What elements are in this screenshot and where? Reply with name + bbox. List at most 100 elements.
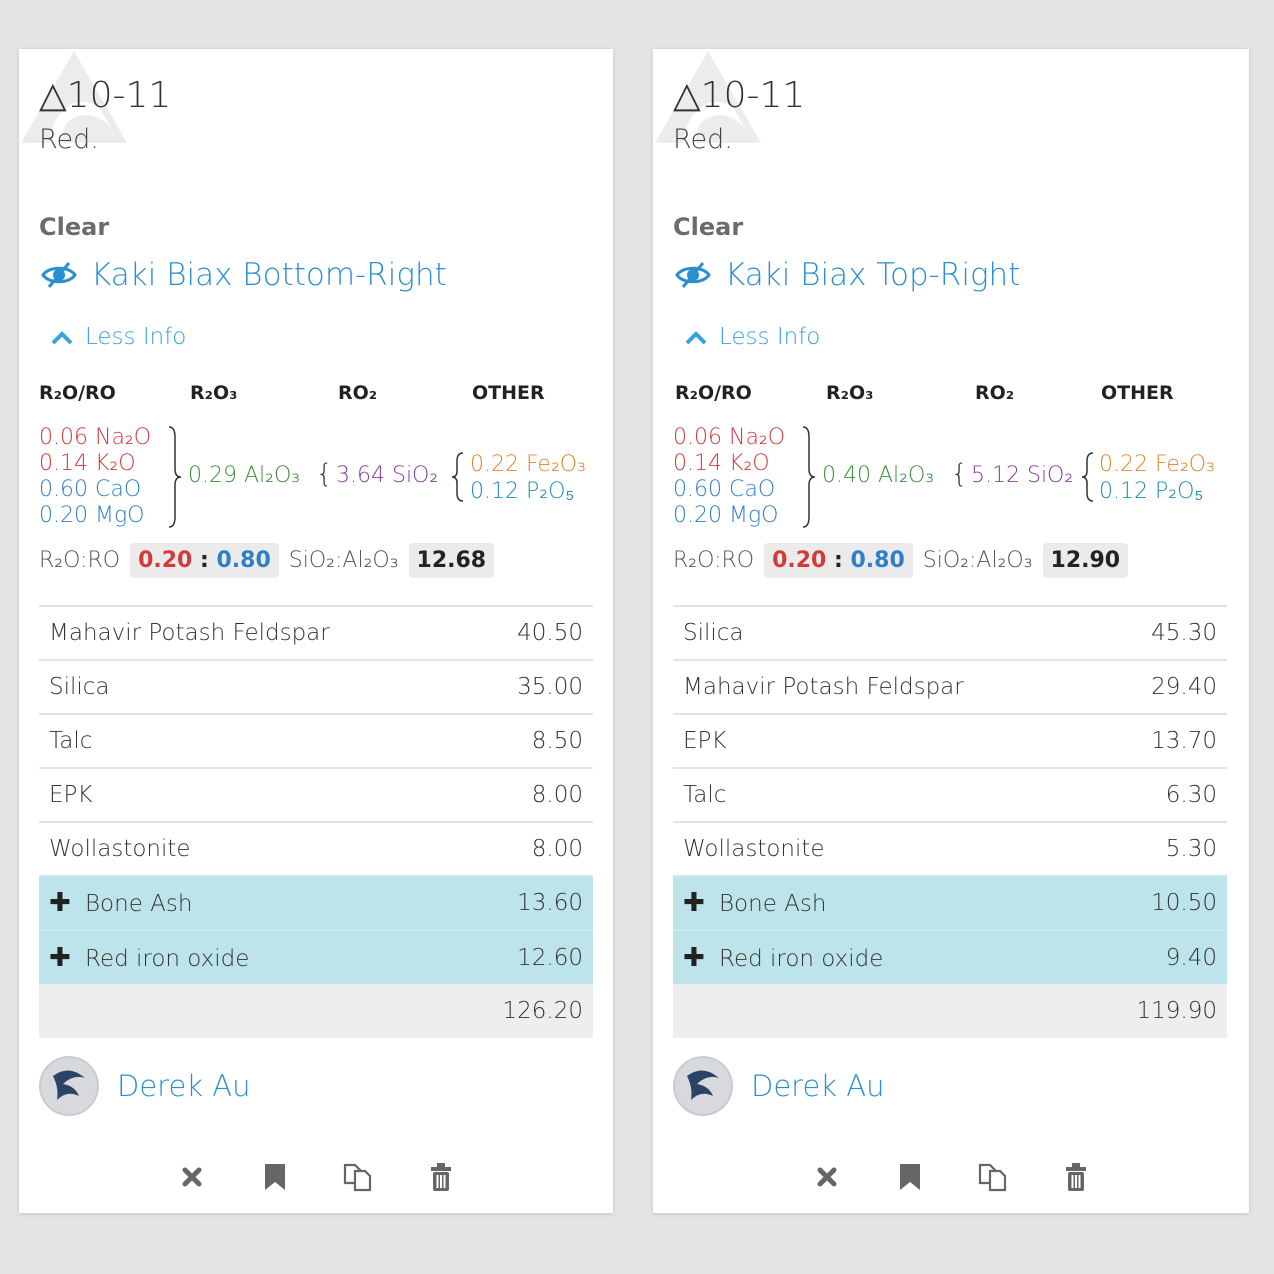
ingredient-amount: 8.00 — [454, 821, 593, 876]
brace-open: { — [951, 459, 968, 489]
flux-cao: 0.60 CaO — [39, 477, 142, 502]
umf-header-other: OTHER — [472, 382, 545, 404]
umf-header-ro2: RO₂ — [338, 382, 378, 404]
addition-name: Red iron oxide — [719, 945, 884, 972]
bookmark-icon[interactable] — [259, 1161, 291, 1193]
flux-brace — [802, 426, 816, 528]
ratio-row: R₂O:RO 0.20 : 0.80 SiO₂:Al₂O₃ 12.90 — [673, 540, 1138, 580]
other-brace — [451, 452, 464, 502]
close-icon[interactable] — [176, 1161, 208, 1193]
table-row[interactable]: EPK 8.00 — [39, 767, 593, 822]
recipe-name-link[interactable]: Kaki Biax Top-Right — [725, 257, 1020, 293]
addition-row[interactable]: ✚ Red iron oxide 12.60 — [39, 929, 593, 984]
less-info-label: Less Info — [85, 324, 187, 350]
bookmark-icon[interactable] — [894, 1161, 926, 1193]
umf-header-other: OTHER — [1101, 382, 1174, 404]
ingredient-amount: 8.50 — [454, 713, 593, 768]
copy-icon[interactable] — [342, 1161, 374, 1193]
umf-al2o3: 0.29 Al₂O₃ — [188, 463, 301, 488]
recipe-name-link[interactable]: Kaki Biax Bottom-Right — [91, 257, 447, 293]
less-info-toggle[interactable]: Less Info — [49, 324, 186, 350]
recipe-title-row[interactable]: Kaki Biax Top-Right — [675, 255, 1020, 295]
total-amount: 119.90 — [1088, 984, 1227, 1038]
umf-header-ro2: RO₂ — [975, 382, 1015, 404]
ingredient-name: Mahavir Potash Feldspar — [673, 659, 1089, 714]
ingredient-table: Silica 45.30 Mahavir Potash Feldspar 29.40… — [673, 605, 1227, 1038]
ingredient-name: Silica — [39, 659, 455, 714]
eye-slash-icon[interactable] — [41, 257, 77, 293]
umf-header-flux: R₂O/RO — [39, 382, 116, 404]
r2o-ro-ratio: 0.20 : 0.80 — [764, 542, 913, 578]
flux-cao: 0.60 CaO — [673, 477, 776, 502]
author-row[interactable]: Derek Au — [673, 1056, 885, 1116]
ingredient-amount: 40.50 — [454, 605, 593, 660]
umf-fe2o3: 0.22 Fe₂O₃ — [470, 452, 586, 477]
table-row[interactable]: Talc 8.50 — [39, 713, 593, 768]
r2o-ro-ratio: 0.20 : 0.80 — [130, 542, 279, 578]
addition-row[interactable]: ✚ Bone Ash 13.60 — [39, 875, 593, 930]
umf-flux-list: 0.06 Na₂O 0.14 K₂O 0.60 CaO 0.20 MgO — [673, 425, 785, 529]
flux-k2o: 0.14 K₂O — [673, 451, 770, 476]
author-name-link[interactable]: Derek Au — [117, 1069, 251, 1103]
eye-slash-icon[interactable] — [675, 257, 711, 293]
sio2-al2o3-value: 12.90 — [1042, 542, 1129, 578]
ingredient-amount: 45.30 — [1088, 605, 1227, 660]
recipe-title-row[interactable]: Kaki Biax Bottom-Right — [41, 255, 447, 295]
table-row[interactable]: Wollastonite 8.00 — [39, 821, 593, 876]
umf-al2o3: 0.40 Al₂O₃ — [822, 463, 935, 488]
copy-icon[interactable] — [977, 1161, 1009, 1193]
close-icon[interactable] — [811, 1161, 843, 1193]
table-row[interactable]: EPK 13.70 — [673, 713, 1227, 768]
ingredient-amount: 35.00 — [454, 659, 593, 714]
sio2-al2o3-value: 12.68 — [408, 542, 495, 578]
cone-range: △10-11 — [673, 75, 806, 116]
flux-mgo: 0.20 MgO — [673, 503, 779, 528]
ingredient-name: EPK — [39, 767, 455, 822]
less-info-toggle[interactable]: Less Info — [683, 324, 820, 350]
total-row: 119.90 — [673, 984, 1227, 1038]
table-row[interactable]: Mahavir Potash Feldspar 40.50 — [39, 605, 593, 660]
addition-row[interactable]: ✚ Bone Ash 10.50 — [673, 875, 1227, 930]
table-row[interactable]: Silica 45.30 — [673, 605, 1227, 660]
ingredient-table: Mahavir Potash Feldspar 40.50 Silica 35.00… — [39, 605, 593, 1038]
brace-open: { — [316, 459, 333, 489]
plus-icon: ✚ — [683, 888, 705, 918]
umf-header-r2o3: R₂O₃ — [826, 382, 874, 404]
umf-p2o5: 0.12 P₂O₅ — [1099, 479, 1204, 504]
ingredient-amount: 8.00 — [454, 767, 593, 822]
plus-icon: ✚ — [683, 942, 705, 973]
flux-brace — [168, 426, 182, 528]
trash-icon[interactable] — [1060, 1161, 1092, 1193]
table-row[interactable]: Mahavir Potash Feldspar 29.40 — [673, 659, 1227, 714]
recipe-card: △10-11 Red. Clear Kaki Biax Top-Right Le… — [653, 49, 1249, 1213]
avatar[interactable] — [39, 1056, 99, 1116]
ingredient-name: Wollastonite — [39, 821, 455, 876]
chevron-up-icon — [685, 331, 707, 345]
ingredient-name: Talc — [39, 713, 455, 768]
sio2-al2o3-label: SiO₂:Al₂O₃ — [288, 547, 399, 573]
addition-row[interactable]: ✚ Red iron oxide 9.40 — [673, 929, 1227, 984]
surface-type: Clear — [39, 213, 110, 241]
flux-mgo: 0.20 MgO — [39, 503, 145, 528]
avatar[interactable] — [673, 1056, 733, 1116]
r2o-ro-label: R₂O:RO — [673, 547, 755, 573]
author-name-link[interactable]: Derek Au — [751, 1069, 885, 1103]
trash-icon[interactable] — [425, 1161, 457, 1193]
table-row[interactable]: Wollastonite 5.30 — [673, 821, 1227, 876]
ingredient-amount: 13.70 — [1088, 713, 1227, 768]
addition-amount: 9.40 — [1088, 929, 1227, 984]
flux-k2o: 0.14 K₂O — [39, 451, 136, 476]
addition-name: Bone Ash — [85, 891, 193, 917]
ingredient-name: Silica — [673, 605, 1089, 660]
atmosphere: Red. — [673, 124, 733, 155]
total-amount: 126.20 — [454, 984, 593, 1038]
addition-amount: 13.60 — [454, 875, 593, 930]
table-row[interactable]: Talc 6.30 — [673, 767, 1227, 822]
addition-amount: 10.50 — [1088, 875, 1227, 930]
recipe-card: △10-11 Red. Clear Kaki Biax Bottom-Right… — [19, 49, 613, 1213]
umf-sio2: 5.12 SiO₂ — [971, 463, 1074, 488]
author-row[interactable]: Derek Au — [39, 1056, 251, 1116]
table-row[interactable]: Silica 35.00 — [39, 659, 593, 714]
surface-type: Clear — [673, 213, 744, 241]
less-info-label: Less Info — [719, 324, 821, 350]
